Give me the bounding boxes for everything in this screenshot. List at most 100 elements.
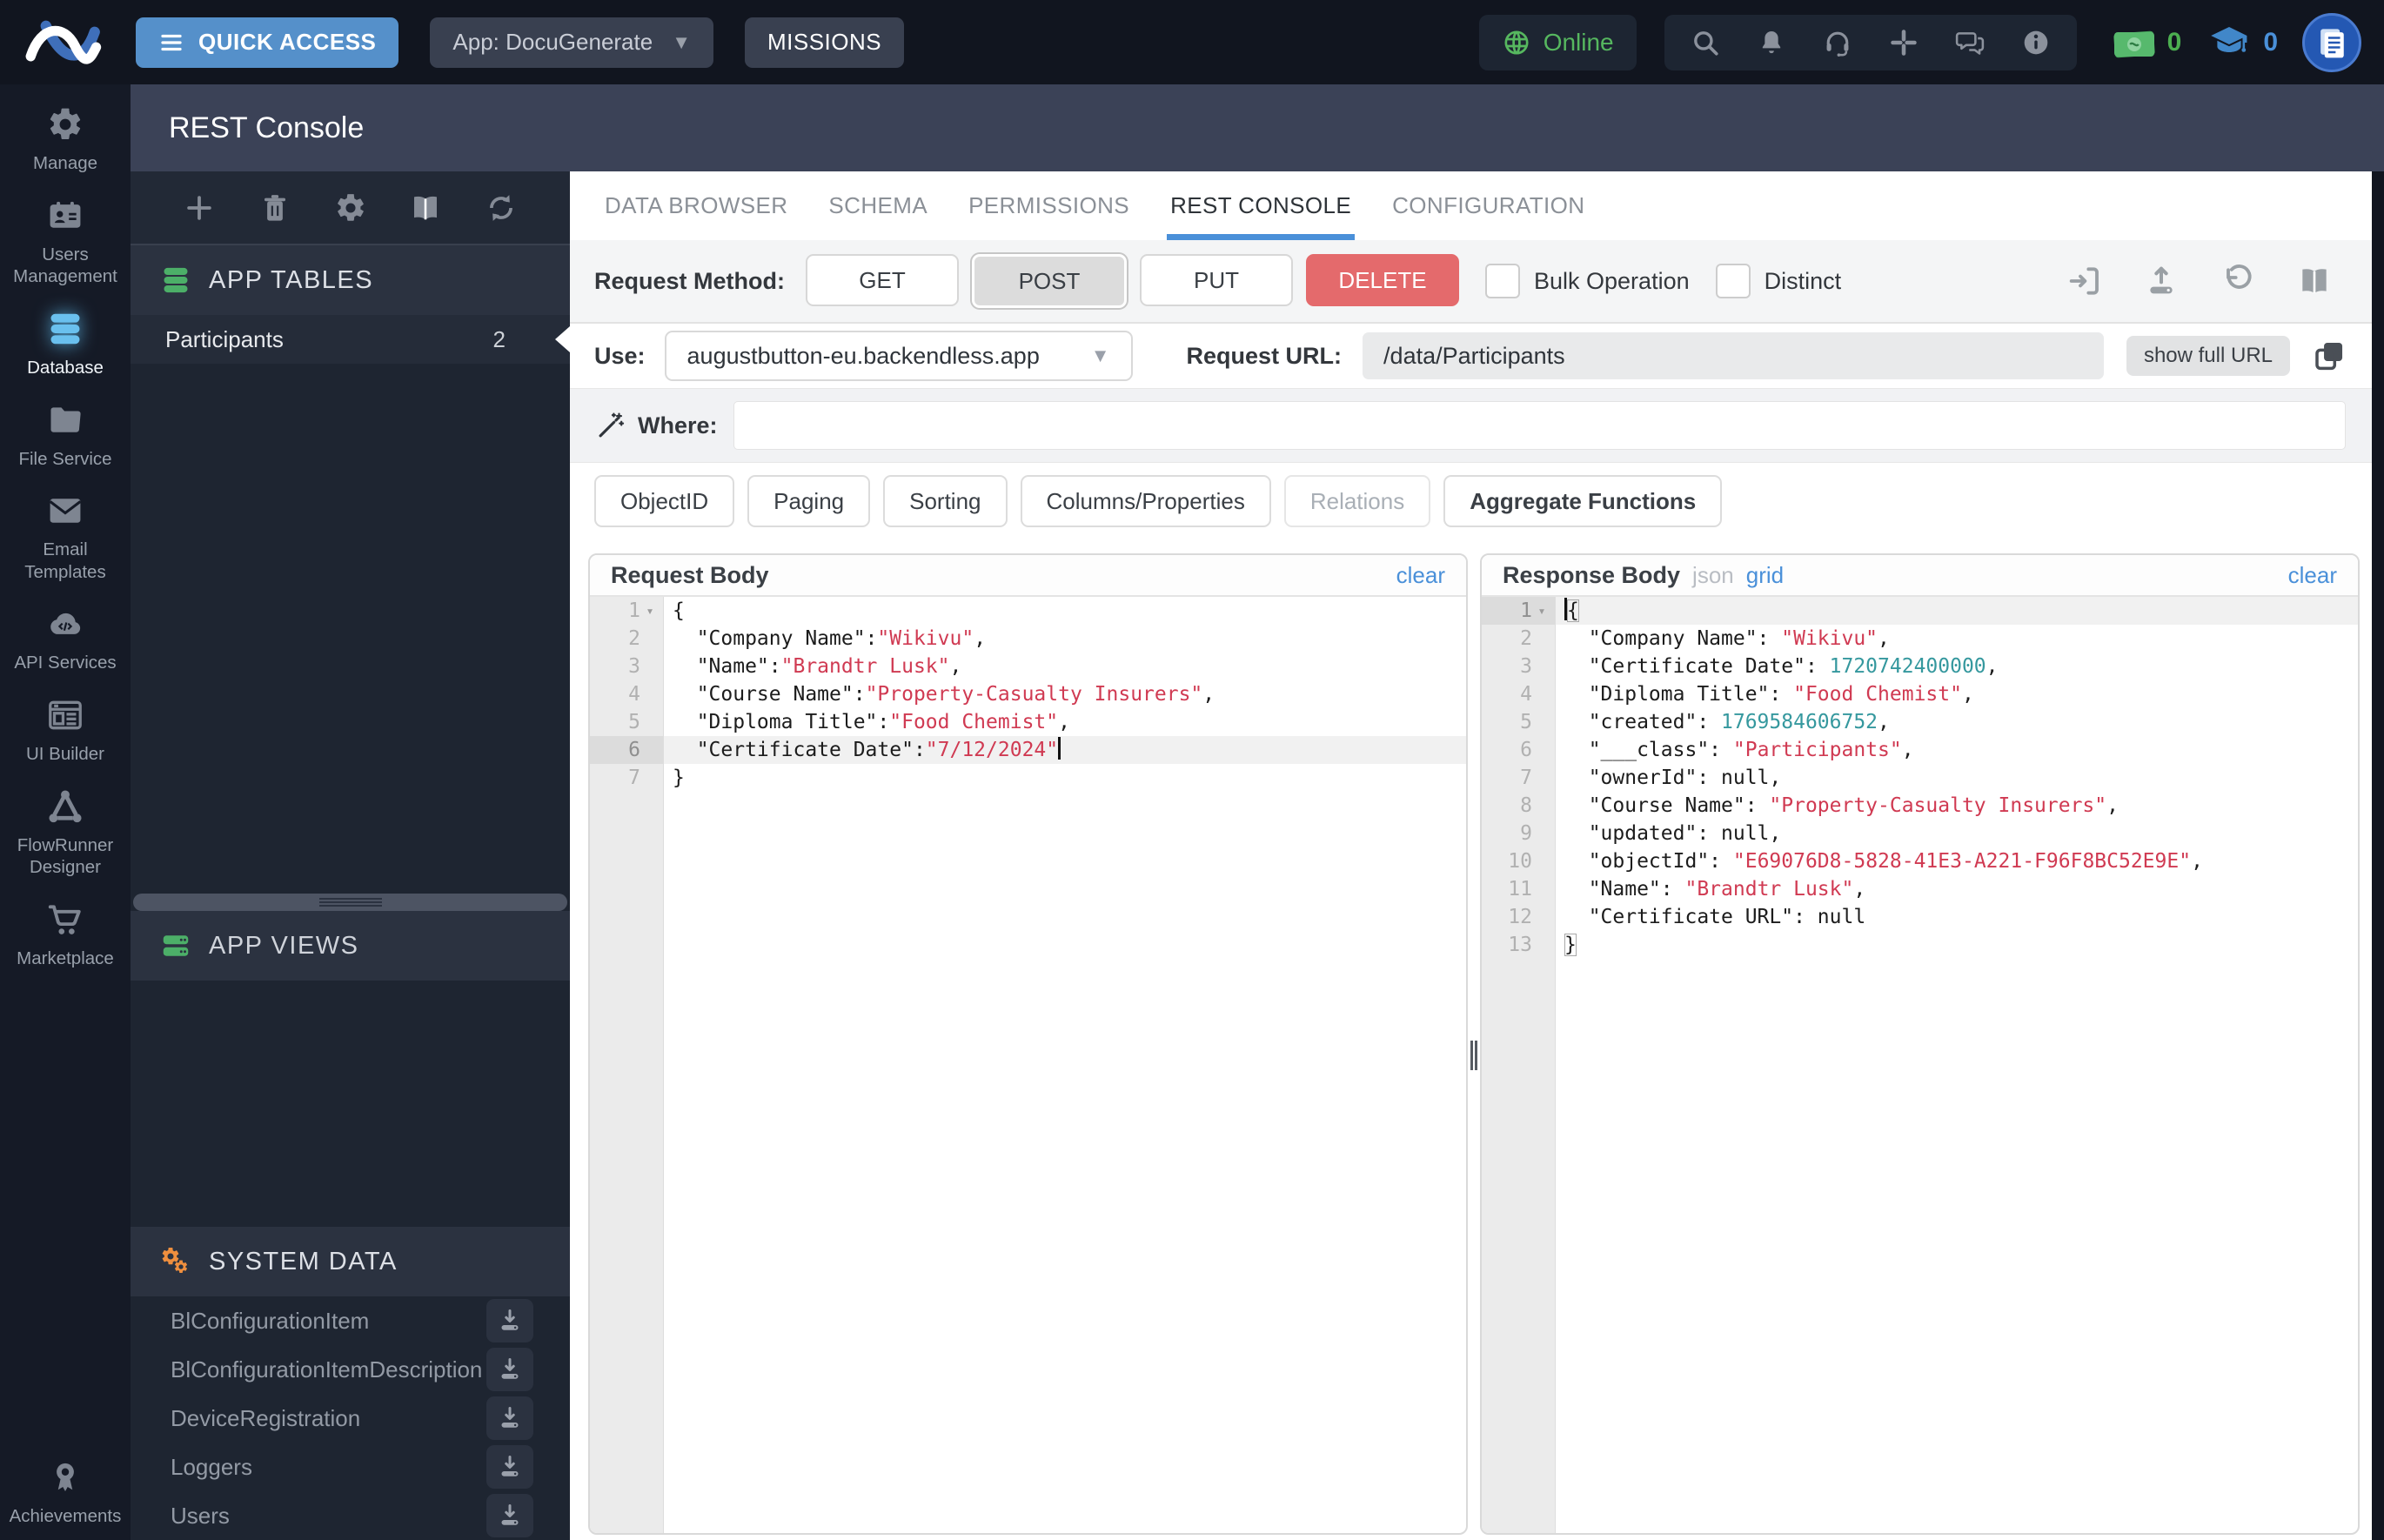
response-clear-link[interactable]: clear <box>2288 562 2337 589</box>
tab-permissions[interactable]: PERMISSIONS <box>968 171 1129 240</box>
missions-button[interactable]: MISSIONS <box>744 17 905 68</box>
docs-book-icon[interactable] <box>2297 264 2332 298</box>
relations-button[interactable]: Relations <box>1283 475 1431 527</box>
checkbox-box[interactable] <box>1485 264 1520 298</box>
show-full-url-button[interactable]: show full URL <box>2126 336 2290 376</box>
code-line[interactable]: } <box>664 764 1466 792</box>
search-icon[interactable] <box>1691 28 1720 57</box>
system-table-row[interactable]: Loggers <box>131 1443 570 1491</box>
sidebar-item-ui-builder[interactable]: UI Builder <box>0 691 131 771</box>
method-delete-button[interactable]: DELETE <box>1306 254 1459 306</box>
aggregate-functions-button[interactable]: Aggregate Functions <box>1443 475 1723 527</box>
tab-schema[interactable]: SCHEMA <box>828 171 927 240</box>
system-table-row[interactable]: BlConfigurationItem <box>131 1296 570 1345</box>
panel-resize-grip[interactable] <box>133 894 567 911</box>
panel-splitter-handle[interactable] <box>1468 553 1480 1535</box>
code-line[interactable]: "Certificate Date":"7/12/2024" <box>664 736 1466 764</box>
paging-button[interactable]: Paging <box>747 475 871 527</box>
code-line[interactable]: "Course Name": "Property-Casualty Insure… <box>1556 792 2358 820</box>
sidebar-item-api-services[interactable]: API Services <box>0 599 131 680</box>
objectid-button[interactable]: ObjectID <box>594 475 735 527</box>
table-settings-gear-icon[interactable] <box>334 191 367 224</box>
system-table-row[interactable]: Users <box>131 1491 570 1540</box>
system-table-row[interactable]: BlConfigurationItemDescription <box>131 1345 570 1394</box>
fold-caret-icon[interactable]: ▾ <box>640 603 660 619</box>
code-area[interactable]: { "Company Name":"Wikivu", "Name":"Brand… <box>664 597 1466 1533</box>
code-line[interactable]: "updated": null, <box>1556 820 2358 847</box>
code-line[interactable]: "Diploma Title":"Food Chemist", <box>664 708 1466 736</box>
request-body-editor[interactable]: 1 ▾ 2 3 4 5 6 7 { "Company Name":"Wikivu", "Nam… <box>590 597 1466 1533</box>
sidebar-item-achievements[interactable]: Achievements <box>0 1453 131 1533</box>
request-url-field[interactable]: /data/Participants <box>1363 332 2104 379</box>
delete-table-icon[interactable] <box>258 191 291 224</box>
avatar[interactable] <box>2302 12 2361 72</box>
code-line[interactable]: "created": 1769584606752, <box>1556 708 2358 736</box>
method-get-button[interactable]: GET <box>806 254 959 306</box>
code-line[interactable]: "Certificate URL": null <box>1556 903 2358 931</box>
code-line[interactable]: "Course Name":"Property-Casualty Insurer… <box>664 680 1466 708</box>
download-button[interactable] <box>486 1445 533 1489</box>
docs-book-icon[interactable] <box>409 191 442 224</box>
code-line[interactable]: "Name":"Brandtr Lusk", <box>664 653 1466 680</box>
request-clear-link[interactable]: clear <box>1396 562 1445 589</box>
upload-icon[interactable] <box>2144 264 2179 298</box>
code-line[interactable]: "Diploma Title": "Food Chemist", <box>1556 680 2358 708</box>
response-grid-link[interactable]: grid <box>1746 562 1784 589</box>
code-line[interactable]: { <box>1556 597 2358 625</box>
backendless-logo-icon[interactable] <box>23 12 103 73</box>
download-button[interactable] <box>486 1299 533 1342</box>
graduation-cap-icon[interactable] <box>2204 22 2254 64</box>
forum-chat-icon[interactable] <box>1955 28 1985 57</box>
columns-properties-button[interactable]: Columns/Properties <box>1020 475 1271 527</box>
refresh-icon[interactable] <box>485 191 518 224</box>
tab-data-browser[interactable]: DATA BROWSER <box>605 171 787 240</box>
where-input[interactable] <box>733 401 2346 450</box>
code-line[interactable]: "ownerId": null, <box>1556 764 2358 792</box>
sidebar-item-marketplace[interactable]: Marketplace <box>0 895 131 975</box>
code-line[interactable]: "objectId": "E69076D8-5828-41E3-A221-F96… <box>1556 847 2358 875</box>
domain-select[interactable]: augustbutton-eu.backendless.app ▼ <box>664 331 1133 381</box>
sidebar-item-file-service[interactable]: File Service <box>0 396 131 476</box>
app-selector[interactable]: App: DocuGenerate ▼ <box>430 17 713 68</box>
code-line[interactable]: "Certificate Date": 1720742400000, <box>1556 653 2358 680</box>
checkbox-box[interactable] <box>1715 264 1751 298</box>
magic-wand-icon[interactable] <box>596 411 626 440</box>
backendless-bucks-icon[interactable] <box>2110 23 2159 62</box>
download-button[interactable] <box>486 1348 533 1391</box>
distinct-checkbox[interactable]: Distinct <box>1715 264 1841 298</box>
tab-rest-console[interactable]: REST CONSOLE <box>1167 171 1356 240</box>
sorting-button[interactable]: Sorting <box>883 475 1008 527</box>
code-line[interactable]: } <box>1556 931 2358 959</box>
sidebar-item-manage[interactable]: Manage <box>0 100 131 180</box>
notifications-bell-icon[interactable] <box>1757 28 1786 57</box>
support-headset-icon[interactable] <box>1823 28 1852 57</box>
response-body-editor[interactable]: 1 ▾ 2 3 4 5 6 7 8 9 10 11 12 13 { "Company Name": "Wi… <box>1482 597 2358 1533</box>
table-row-participants[interactable]: Participants 2 <box>131 315 570 364</box>
fold-caret-icon[interactable]: ▾ <box>1532 603 1551 619</box>
sidebar-item-users-management[interactable]: Users Management <box>0 191 131 293</box>
undo-icon[interactable] <box>2220 264 2255 298</box>
sidebar-item-flowrunner-designer[interactable]: FlowRunner Designer <box>0 782 131 884</box>
code-line[interactable]: { <box>664 597 1466 625</box>
slack-icon[interactable] <box>1889 28 1919 57</box>
method-put-button[interactable]: PUT <box>1140 254 1293 306</box>
method-post-button[interactable]: POST <box>972 254 1127 308</box>
quick-access-button[interactable]: QUICK ACCESS <box>136 17 399 68</box>
sidebar-item-email-templates[interactable]: Email Templates <box>0 486 131 588</box>
import-icon[interactable] <box>2067 264 2102 298</box>
sidebar-item-database[interactable]: Database <box>0 305 131 385</box>
download-button[interactable] <box>486 1396 533 1440</box>
code-area[interactable]: { "Company Name": "Wikivu", "Certificate… <box>1556 597 2358 1533</box>
add-table-icon[interactable] <box>183 191 216 224</box>
tab-configuration[interactable]: CONFIGURATION <box>1392 171 1584 240</box>
copy-icon[interactable] <box>2311 338 2347 374</box>
system-table-row[interactable]: DeviceRegistration <box>131 1394 570 1443</box>
download-button[interactable] <box>486 1494 533 1537</box>
code-line[interactable]: "___class": "Participants", <box>1556 736 2358 764</box>
code-line[interactable]: "Company Name":"Wikivu", <box>664 625 1466 653</box>
code-line[interactable]: "Name": "Brandtr Lusk", <box>1556 875 2358 903</box>
online-status-badge[interactable]: Online <box>1478 14 1637 70</box>
bulk-operation-checkbox[interactable]: Bulk Operation <box>1485 264 1690 298</box>
code-line[interactable]: "Company Name": "Wikivu", <box>1556 625 2358 653</box>
info-icon[interactable] <box>2021 28 2051 57</box>
